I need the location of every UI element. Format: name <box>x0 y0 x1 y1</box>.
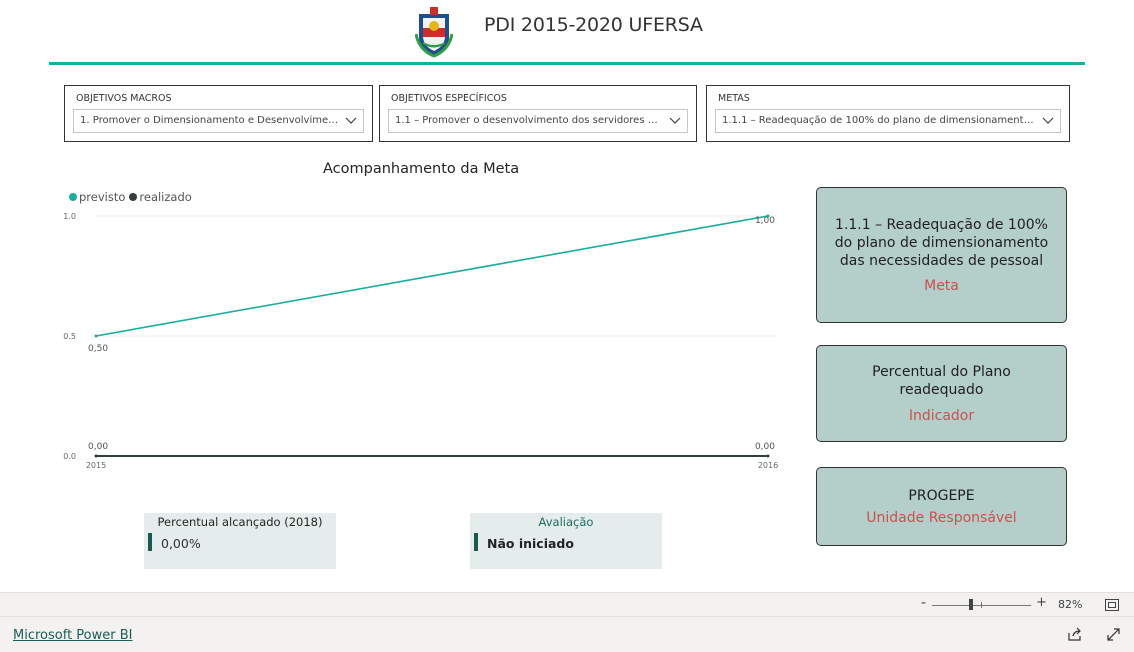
power-bi-link[interactable]: Microsoft Power BI <box>13 628 132 643</box>
data-point-realizado[interactable] <box>766 454 770 458</box>
info-card-sub: Unidade Responsável <box>866 510 1017 526</box>
zoom-out-button[interactable]: - <box>921 595 926 611</box>
card-label: Percentual alcançado (2018) <box>157 515 323 529</box>
card-value: 0,00% <box>161 536 201 551</box>
info-card-meta: 1.1.1 – Readequação de 100% do plano de … <box>816 187 1067 323</box>
slicer-label: OBJETIVOS MACROS <box>76 93 172 104</box>
y-tick-label: 0.5 <box>63 332 76 341</box>
info-card-sub: Meta <box>924 278 959 294</box>
series-line-previsto[interactable] <box>95 215 769 337</box>
page-title: PDI 2015-2020 UFERSA <box>484 14 703 36</box>
x-tick-label: 2015 <box>86 461 106 470</box>
card-label: Avaliação <box>538 515 594 529</box>
fit-to-page-icon[interactable] <box>1105 599 1119 611</box>
ufersa-coat-of-arms-icon <box>415 7 453 58</box>
info-card-main: 1.1.1 – Readequação de 100% do plano de … <box>834 217 1049 269</box>
header-divider <box>49 62 1085 65</box>
line-chart[interactable]: 0.0 0.5 1.0 2015 2016 0,50 1,00 0,00 0,00 <box>60 200 790 480</box>
slicer-objetivos-especificos[interactable]: OBJETIVOS ESPECÍFICOS 1.1 – Promover o d… <box>379 85 697 142</box>
data-point-realizado[interactable] <box>94 454 98 458</box>
data-label: 0,50 <box>88 344 108 354</box>
slicer-value: 1.1.1 – Readequação de 100% do plano de … <box>722 115 1036 126</box>
slicer-metas[interactable]: METAS 1.1.1 – Readequação de 100% do pla… <box>706 85 1070 142</box>
slicer-dropdown[interactable]: 1.1.1 – Readequação de 100% do plano de … <box>715 109 1061 133</box>
chevron-down-icon[interactable] <box>345 114 357 126</box>
slicer-value: 1. Promover o Dimensionamento e Desenvol… <box>80 115 339 126</box>
info-card-main: PROGEPE <box>908 488 975 504</box>
info-card-unidade: PROGEPE Unidade Responsável <box>816 467 1067 546</box>
data-label: 0,00 <box>88 442 108 452</box>
data-point-previsto[interactable] <box>94 334 98 338</box>
zoom-bar: - + 82% <box>0 592 1134 616</box>
fullscreen-icon[interactable] <box>1106 627 1121 642</box>
slicer-label: OBJETIVOS ESPECÍFICOS <box>391 93 507 104</box>
slicer-value: 1.1 – Promover o desenvolvimento dos ser… <box>395 115 663 126</box>
data-label: 0,00 <box>755 442 775 452</box>
slicer-dropdown[interactable]: 1.1 – Promover o desenvolvimento dos ser… <box>388 109 688 133</box>
slicer-objetivos-macros[interactable]: OBJETIVOS MACROS 1. Promover o Dimension… <box>64 85 373 142</box>
footer: Microsoft Power BI <box>0 616 1134 652</box>
x-tick-label: 2016 <box>758 461 778 470</box>
chart-title: Acompanhamento da Meta <box>323 161 520 177</box>
chevron-down-icon[interactable] <box>1042 114 1054 126</box>
card-percentual-alcancado: Percentual alcançado (2018) 0,00% <box>144 513 336 569</box>
data-label: 1,00 <box>755 216 775 226</box>
card-accent-bar <box>148 533 152 551</box>
info-card-main: Percentual do Plano readequado <box>872 364 1011 398</box>
zoom-level: 82% <box>1058 598 1083 611</box>
share-icon[interactable] <box>1067 627 1082 642</box>
card-accent-bar <box>474 533 478 551</box>
card-value: Não iniciado <box>487 536 574 551</box>
y-tick-label: 1.0 <box>63 212 76 221</box>
report-canvas: PDI 2015-2020 UFERSA OBJETIVOS MACROS 1.… <box>0 0 1134 592</box>
slicer-label: METAS <box>718 93 750 104</box>
zoom-slider-thumb[interactable] <box>969 599 973 610</box>
slicer-dropdown[interactable]: 1. Promover o Dimensionamento e Desenvol… <box>73 109 364 133</box>
chevron-down-icon[interactable] <box>669 114 681 126</box>
zoom-slider-tick <box>981 602 982 608</box>
info-card-sub: Indicador <box>908 408 975 424</box>
y-tick-label: 0.0 <box>63 452 76 461</box>
zoom-in-button[interactable]: + <box>1036 595 1047 610</box>
info-card-indicador: Percentual do Plano readequado Indicador <box>816 345 1067 442</box>
card-avaliacao: Avaliação Não iniciado <box>470 513 662 569</box>
